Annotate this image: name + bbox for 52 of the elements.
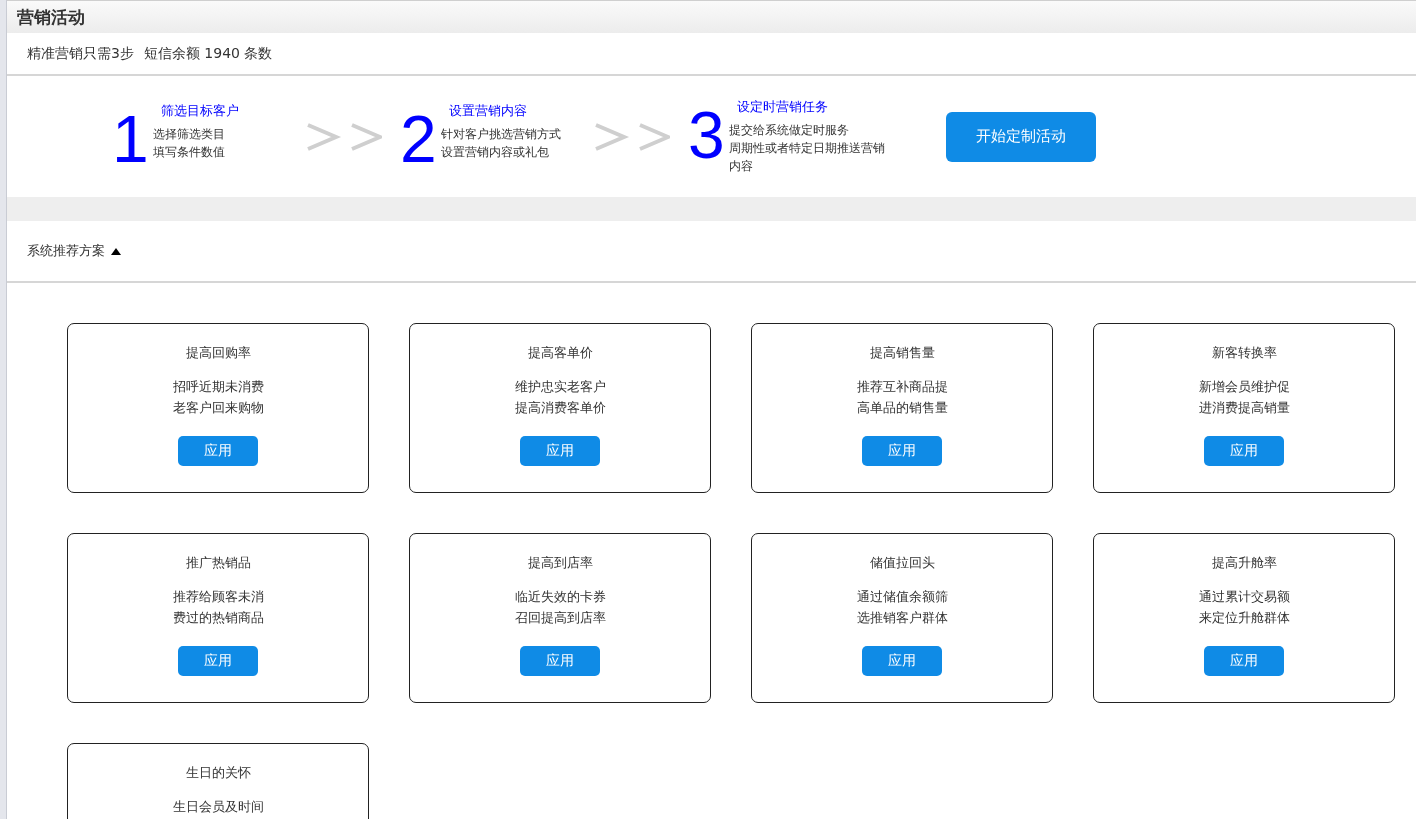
plan-title: 新客转换率 bbox=[1211, 344, 1277, 362]
page-title: 营销活动 bbox=[17, 5, 85, 29]
plan-title: 提高客单价 bbox=[527, 344, 593, 362]
plan-description: 通过累计交易额 bbox=[1198, 588, 1290, 606]
step-description: 填写条件数值 bbox=[152, 143, 226, 161]
apply-button[interactable]: 应用 bbox=[1204, 436, 1284, 466]
step-description: 提交给系统做定时服务 bbox=[728, 122, 850, 139]
plan-title: 提高销售量 bbox=[869, 344, 935, 362]
plan-description: 选推销客户群体 bbox=[856, 609, 948, 627]
apply-button[interactable]: 应用 bbox=[178, 436, 258, 466]
plan-title: 提高到店率 bbox=[527, 554, 593, 572]
apply-button[interactable]: 应用 bbox=[520, 436, 600, 466]
plan-title: 生日的关怀 bbox=[185, 764, 251, 782]
plan-description: 费过的热销商品 bbox=[172, 609, 264, 627]
plan-description: 临近失效的卡券 bbox=[514, 588, 606, 606]
plan-description: 生日会员及时间 bbox=[172, 798, 264, 816]
start-campaign-button[interactable]: 开始定制活动 bbox=[946, 111, 1096, 162]
step-number: 3 bbox=[688, 102, 725, 168]
plan-description: 高单品的销售量 bbox=[856, 399, 948, 417]
section-title[interactable]: 系统推荐方案 bbox=[27, 242, 105, 260]
sms-balance: 短信余额 1940 条数 bbox=[143, 44, 273, 63]
step-description: 设置营销内容或礼包 bbox=[440, 143, 550, 161]
step-number: 1 bbox=[112, 105, 149, 172]
plan-description: 提高消费客单价 bbox=[514, 399, 606, 417]
apply-button[interactable]: 应用 bbox=[520, 646, 600, 676]
steps-note: 精准营销只需3步 bbox=[27, 44, 134, 63]
plan-description: 招呼近期未消费 bbox=[172, 378, 264, 396]
plan-title: 推广热销品 bbox=[185, 554, 251, 572]
plan-title: 提高回购率 bbox=[185, 344, 251, 362]
step-description: 周期性或者特定日期推送营销内容 bbox=[728, 140, 886, 175]
plan-title: 提高升舱率 bbox=[1211, 554, 1277, 572]
caret-icon[interactable] bbox=[111, 247, 121, 255]
apply-button[interactable]: 应用 bbox=[1204, 646, 1284, 676]
step-number: 2 bbox=[400, 105, 437, 172]
plan-description: 通过储值余额筛 bbox=[856, 588, 948, 606]
plan-description: 新增会员维护促 bbox=[1198, 378, 1290, 396]
plan-description: 来定位升舱群体 bbox=[1198, 609, 1290, 627]
plan-description: 进消费提高销量 bbox=[1198, 399, 1290, 417]
step-title: 设定时营销任务 bbox=[736, 98, 829, 116]
plan-description: 推荐互补商品提 bbox=[856, 378, 948, 396]
plan-title: 储值拉回头 bbox=[869, 554, 935, 572]
plan-description: 维护忠实老客户 bbox=[514, 378, 606, 396]
apply-button[interactable]: 应用 bbox=[862, 646, 942, 676]
step-title: 设置营销内容 bbox=[448, 101, 528, 120]
apply-button[interactable]: 应用 bbox=[178, 646, 258, 676]
step-description: 选择筛选类目 bbox=[152, 125, 226, 143]
step-description: 针对客户挑选营销方式 bbox=[440, 125, 561, 143]
plan-description: 召回提高到店率 bbox=[514, 609, 606, 627]
step-title: 筛选目标客户 bbox=[160, 101, 239, 120]
plan-description: 推荐给顾客未消 bbox=[172, 588, 264, 606]
plan-description: 老客户回来购物 bbox=[172, 399, 264, 417]
apply-button[interactable]: 应用 bbox=[862, 436, 942, 466]
